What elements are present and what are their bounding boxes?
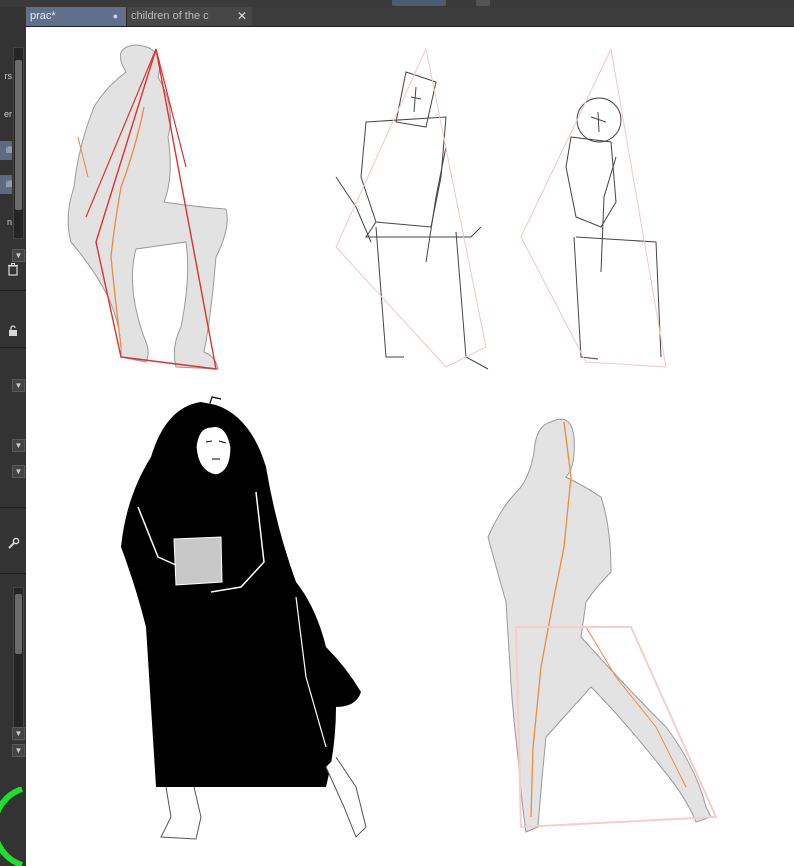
sketch-sitting-figure-1: [335, 47, 489, 370]
chevron-down-icon[interactable]: ▼: [12, 439, 25, 452]
panel-item-selected[interactable]: ill: [0, 141, 12, 160]
tab-label: children of the c: [131, 10, 209, 22]
chevron-down-icon[interactable]: ▼: [12, 379, 25, 392]
panel-divider: [0, 507, 26, 508]
dark-character-figure: [121, 396, 367, 840]
wrench-icon[interactable]: [5, 537, 21, 553]
modified-dot-icon: ●: [112, 11, 118, 21]
toolbar-button[interactable]: [476, 0, 490, 6]
panel-item-label[interactable]: rs: [0, 71, 13, 81]
drawing-canvas[interactable]: [26, 27, 794, 866]
panel-divider: [0, 573, 26, 574]
lock-icon[interactable]: [5, 325, 21, 341]
toolbar-button[interactable]: [392, 0, 446, 6]
document-tab-bar: prac* ● children of the c ✕: [26, 7, 794, 27]
panel-item-label[interactable]: er: [0, 109, 12, 119]
panel-divider: [0, 290, 26, 291]
chevron-down-icon[interactable]: ▼: [12, 744, 25, 757]
scrollbar-thumb[interactable]: [15, 594, 22, 654]
chevron-down-icon[interactable]: ▼: [12, 727, 25, 740]
top-toolbar-strip: [0, 0, 794, 7]
tab-children-of-the[interactable]: children of the c ✕: [126, 7, 252, 26]
panel-divider: [0, 347, 26, 348]
canvas-artwork: [67, 44, 718, 840]
sketch-sitting-figure-2: [520, 47, 667, 368]
panel-scrollbar[interactable]: [13, 47, 24, 239]
tab-label: prac*: [30, 10, 56, 22]
close-icon[interactable]: ✕: [237, 7, 247, 26]
chevron-down-icon[interactable]: ▼: [12, 249, 25, 262]
trash-icon[interactable]: [5, 263, 21, 279]
standing-mannequin-figure: [487, 418, 718, 833]
left-side-panel: rs er ill ill n ▼ ▼ ▼ ▼ ▼ ▼: [0, 7, 26, 866]
panel-item-label[interactable]: n: [0, 217, 12, 227]
tab-prac[interactable]: prac* ●: [26, 7, 126, 26]
chevron-down-icon[interactable]: ▼: [12, 465, 25, 478]
crouching-mannequin-figure: [67, 44, 228, 370]
scrollbar-thumb[interactable]: [15, 60, 22, 210]
panel-scrollbar[interactable]: [13, 587, 24, 741]
color-wheel-ring[interactable]: [0, 787, 26, 866]
panel-item-selected[interactable]: ill: [0, 175, 12, 194]
